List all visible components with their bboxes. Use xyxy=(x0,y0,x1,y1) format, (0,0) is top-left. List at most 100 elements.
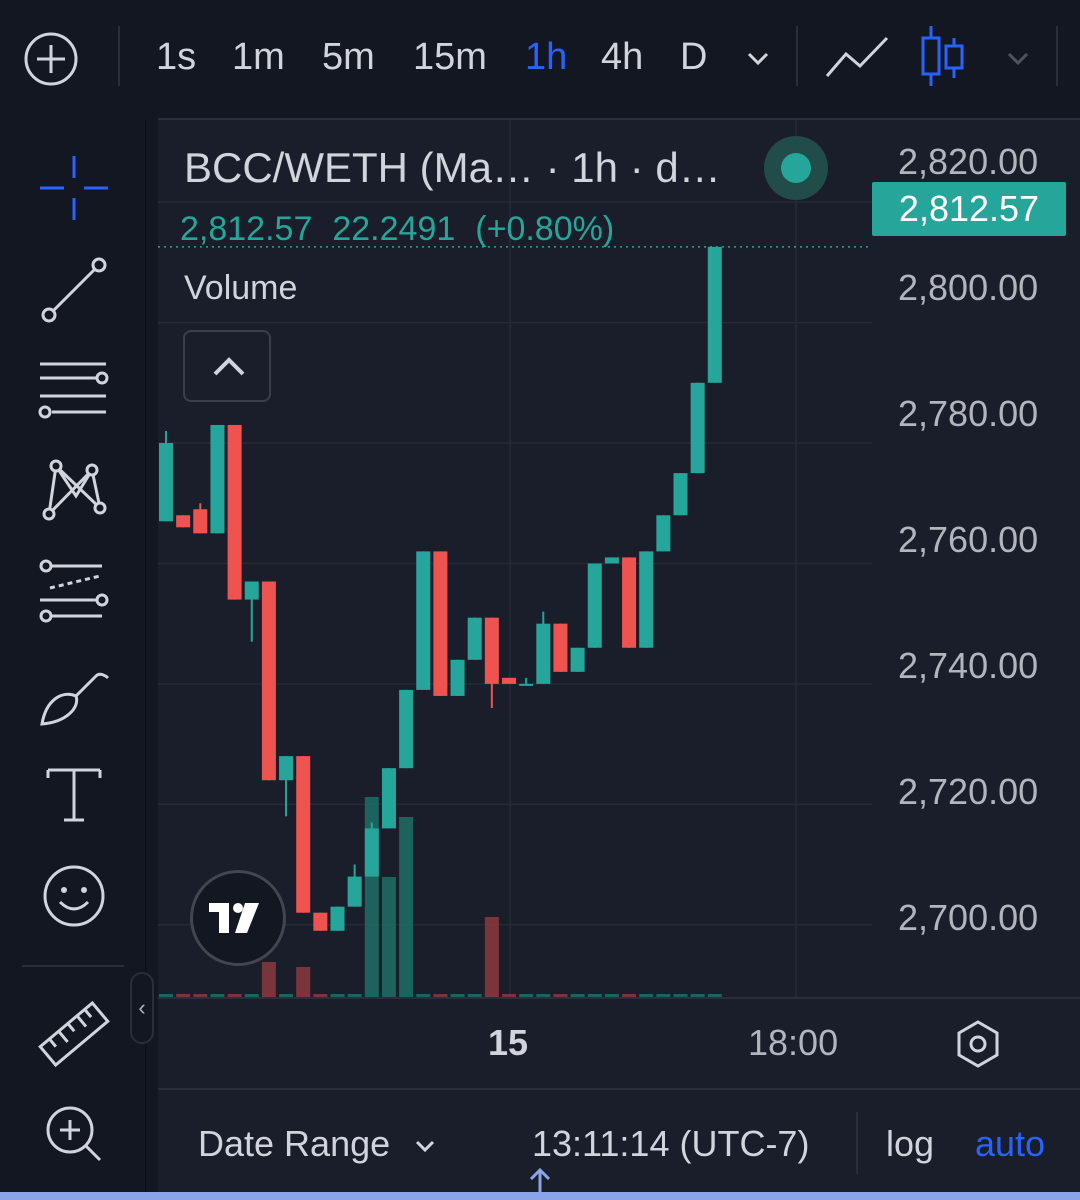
auto-scale-toggle[interactable]: auto xyxy=(975,1120,1045,1168)
price-axis-label: 2,700.00 xyxy=(898,897,1039,938)
candle-body xyxy=(330,906,345,931)
crosshair-icon[interactable] xyxy=(36,150,112,226)
chevron-down-icon[interactable] xyxy=(744,44,772,72)
candle-body xyxy=(159,443,173,522)
legend-close: 2,812.57 xyxy=(180,210,313,248)
interval-1m[interactable]: 1m xyxy=(232,30,285,84)
toolbar-separator xyxy=(796,26,798,86)
top-toolbar: 1s 1m 5m 15m 1h 4h D xyxy=(0,0,1080,110)
symbol-title[interactable]: BCC/WETH (Ma… · 1h · d… xyxy=(184,140,721,196)
candle-body xyxy=(502,677,516,684)
candle-body xyxy=(244,581,259,600)
arrow-up-icon xyxy=(529,1167,551,1194)
candle-body xyxy=(519,683,534,686)
volume-bar xyxy=(399,817,414,997)
candle-body xyxy=(416,551,431,690)
collapse-toolbar-button[interactable]: ‹ xyxy=(130,972,154,1044)
trend-line-icon[interactable] xyxy=(36,252,112,328)
tv-logo-icon xyxy=(209,903,259,933)
candle-body xyxy=(193,509,208,534)
tradingview-logo[interactable] xyxy=(190,870,286,966)
candle-body xyxy=(433,551,448,696)
chevron-up-icon xyxy=(213,357,245,376)
zoom-in-icon[interactable] xyxy=(36,1096,112,1172)
candle-body xyxy=(536,623,551,684)
bottom-bar-border xyxy=(158,1088,1080,1090)
candle-body xyxy=(313,912,328,931)
volume-legend-label[interactable]: Volume xyxy=(184,265,297,311)
ruler-icon[interactable] xyxy=(36,996,112,1072)
price-axis-label: 2,780.00 xyxy=(898,393,1039,434)
interval-15m[interactable]: 15m xyxy=(413,30,487,84)
candle-body xyxy=(210,424,225,534)
time-axis-label: 18:00 xyxy=(748,1022,839,1063)
clock-timezone[interactable]: 13:11:14 (UTC-7) xyxy=(532,1120,809,1168)
volume-bar xyxy=(484,917,499,997)
time-axis-label: 15 xyxy=(488,1022,529,1063)
chart-settings-icon[interactable] xyxy=(950,1016,1006,1072)
legend-change: 22.2491 xyxy=(332,210,456,248)
drawing-toolbar xyxy=(0,120,146,1200)
emoji-icon[interactable] xyxy=(36,858,112,934)
pattern-icon[interactable] xyxy=(36,452,112,528)
candle-body xyxy=(261,581,276,781)
candle-body xyxy=(364,828,379,877)
candle-body xyxy=(690,382,705,474)
candle-body xyxy=(450,659,465,696)
candle-body xyxy=(622,557,637,648)
candle-body xyxy=(467,617,482,660)
interval-1h[interactable]: 1h xyxy=(525,30,567,84)
candle-body xyxy=(347,876,362,907)
legend-collapse-button[interactable] xyxy=(183,330,271,402)
price-axis-label: 2,760.00 xyxy=(898,519,1039,560)
bottom-strip xyxy=(0,1192,1080,1200)
interval-1s[interactable]: 1s xyxy=(156,30,196,84)
candle-body xyxy=(570,647,585,672)
horizontal-lines-icon[interactable] xyxy=(36,352,112,428)
price-axis-label: 2,800.00 xyxy=(898,267,1039,308)
price-axis-label: 2,740.00 xyxy=(898,645,1039,686)
price-axis-label: 2,820.00 xyxy=(898,141,1039,182)
candle-body xyxy=(484,617,499,684)
last-price-tag: 2,812.57 xyxy=(872,182,1066,236)
interval-5m[interactable]: 5m xyxy=(322,30,375,84)
candle-body xyxy=(296,756,311,913)
candle-body xyxy=(227,424,242,600)
line-chart-icon[interactable] xyxy=(824,32,890,82)
volume-bar xyxy=(261,962,276,997)
interval-4h[interactable]: 4h xyxy=(601,30,643,84)
candle-body xyxy=(604,557,619,564)
brush-icon[interactable] xyxy=(36,656,112,732)
chevron-down-icon xyxy=(416,1141,435,1153)
date-range-label: Date Range xyxy=(198,1123,391,1164)
text-icon[interactable] xyxy=(36,756,112,832)
candle-body xyxy=(587,563,602,648)
volume-bar xyxy=(381,877,396,997)
toolbar-separator xyxy=(118,26,120,86)
candle-body xyxy=(399,689,414,769)
market-status-dot xyxy=(781,153,811,183)
bottom-separator xyxy=(856,1112,858,1174)
candle-body xyxy=(673,473,688,516)
add-circle-icon[interactable] xyxy=(22,30,80,88)
candle-body xyxy=(553,623,568,672)
chevron-down-icon[interactable] xyxy=(1004,44,1032,72)
candle-body xyxy=(707,246,722,383)
fib-icon[interactable] xyxy=(36,554,112,630)
volume-bar xyxy=(296,967,311,997)
time-axis-border xyxy=(158,997,1080,999)
candles-icon[interactable] xyxy=(918,24,966,88)
date-range-button[interactable]: Date Range xyxy=(198,1120,438,1168)
toolbar-separator xyxy=(1056,26,1058,86)
log-scale-toggle[interactable]: log xyxy=(886,1120,934,1168)
candle-body xyxy=(381,768,396,829)
legend-change-pct: (+0.80%) xyxy=(475,210,615,248)
legend-values: 2,812.57 22.2491 (+0.80%) xyxy=(180,206,634,252)
candle-body xyxy=(279,756,294,781)
candle-body xyxy=(639,551,654,648)
price-axis-label: 2,720.00 xyxy=(898,771,1039,812)
toolbar-divider xyxy=(22,965,124,967)
candle-body xyxy=(176,515,191,528)
interval-D[interactable]: D xyxy=(680,30,707,84)
candle-body xyxy=(656,515,671,552)
